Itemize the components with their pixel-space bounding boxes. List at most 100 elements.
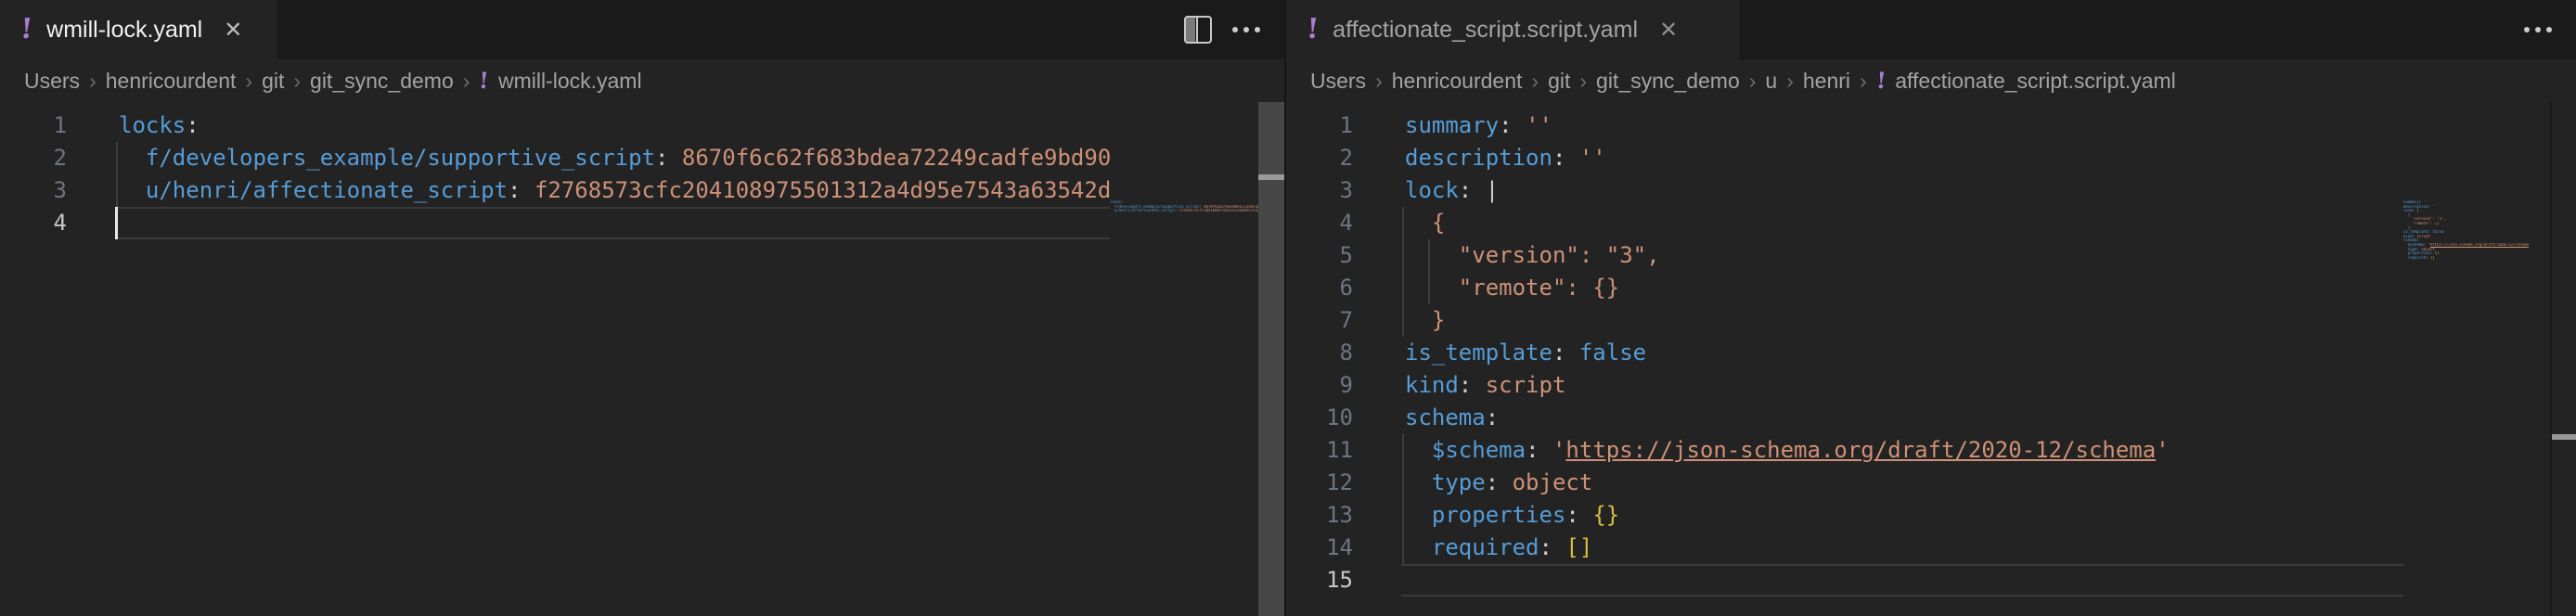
indent-guide xyxy=(116,142,118,174)
tab-bar: ! wmill-lock.yaml ✕ xyxy=(0,0,1284,59)
line-number[interactable]: 9 xyxy=(1286,369,1353,402)
code-line[interactable]: } xyxy=(1405,304,2403,337)
code-line[interactable]: schema: xyxy=(1405,402,2403,434)
code-line[interactable]: u/henri/affectionate_script: f2768573cfc… xyxy=(119,174,1110,207)
overview-ruler-cursor-marker xyxy=(1258,174,1284,180)
chevron-right-icon: › xyxy=(1579,69,1587,94)
breadcrumb-item[interactable]: henri xyxy=(1803,69,1850,94)
code-line[interactable]: f/developers_example/supportive_script: … xyxy=(119,142,1110,174)
indent-guide xyxy=(1428,239,1430,272)
line-numbers-gutter[interactable]: 123456789101112131415 xyxy=(1286,109,1353,597)
indent-guide xyxy=(1428,272,1430,304)
yaml-file-icon: ! xyxy=(1306,16,1320,44)
line-number[interactable]: 4 xyxy=(0,207,67,239)
code-area[interactable]: locks: f/developers_example/supportive_s… xyxy=(119,109,1110,239)
code-line[interactable] xyxy=(119,207,1110,239)
vertical-scrollbar[interactable] xyxy=(1258,102,1284,616)
chevron-right-icon: › xyxy=(1786,69,1794,94)
code-line[interactable]: required: [] xyxy=(1405,532,2403,564)
chevron-right-icon: › xyxy=(245,69,252,94)
line-number[interactable]: 7 xyxy=(1286,304,1353,337)
close-icon[interactable]: ✕ xyxy=(224,17,242,44)
line-number[interactable]: 13 xyxy=(1286,499,1353,532)
line-number[interactable]: 11 xyxy=(1286,434,1353,467)
breadcrumb-item[interactable]: Users xyxy=(1310,69,1366,94)
code-line[interactable]: $schema: 'https://json-schema.org/draft/… xyxy=(1405,434,2403,467)
breadcrumb-item[interactable]: Users xyxy=(24,69,80,94)
tab-bar: ! affectionate_script.script.yaml ✕ xyxy=(1286,0,2576,59)
line-number[interactable]: 3 xyxy=(0,174,67,207)
breadcrumb-item[interactable]: git xyxy=(262,69,284,94)
editor-actions xyxy=(1184,0,1260,59)
tab-label: affectionate_script.script.yaml xyxy=(1333,17,1638,44)
editor-pane[interactable]: 1234 locks: f/developers_example/support… xyxy=(0,102,1284,616)
chevron-right-icon: › xyxy=(1749,69,1757,94)
breadcrumb[interactable]: Users › henricourdent › git › git_sync_demo › u ›… xyxy=(1286,59,2576,102)
line-number[interactable]: 14 xyxy=(1286,532,1353,564)
code-line[interactable] xyxy=(1405,564,2403,597)
line-number[interactable]: 12 xyxy=(1286,467,1353,499)
split-editor-icon[interactable] xyxy=(1184,16,1212,44)
indent-guide xyxy=(1402,434,1404,467)
indent-guide xyxy=(1402,239,1404,272)
code-line[interactable]: type: object xyxy=(1405,467,2403,499)
vertical-scrollbar[interactable] xyxy=(2550,102,2576,616)
breadcrumb-item[interactable]: u xyxy=(1765,69,1777,94)
tab-wmill-lock-yaml[interactable]: ! wmill-lock.yaml ✕ xyxy=(0,0,278,59)
tab-label: wmill-lock.yaml xyxy=(46,17,202,44)
breadcrumb-item[interactable]: git_sync_demo xyxy=(1596,69,1740,94)
code-line[interactable]: lock: | xyxy=(1405,174,2403,207)
chevron-right-icon: › xyxy=(1860,69,1867,94)
yaml-file-icon: ! xyxy=(1875,70,1887,92)
code-area[interactable]: summary: ''description: ''lock: | { "ver… xyxy=(1405,109,2403,597)
chevron-right-icon: › xyxy=(463,69,470,94)
editor-actions xyxy=(2524,0,2552,59)
breadcrumb-item-file[interactable]: wmill-lock.yaml xyxy=(498,69,642,94)
line-numbers-gutter[interactable]: 1234 xyxy=(0,109,67,239)
editor-group-right: ! affectionate_script.script.yaml ✕ User… xyxy=(1284,0,2576,616)
line-number[interactable]: 6 xyxy=(1286,272,1353,304)
line-number[interactable]: 1 xyxy=(1286,109,1353,142)
breadcrumb[interactable]: Users›henricourdent›git›git_sync_demo›!w… xyxy=(0,59,1284,102)
line-number[interactable]: 10 xyxy=(1286,402,1353,434)
code-line[interactable]: "version": "3", xyxy=(1405,239,2403,272)
line-number[interactable]: 4 xyxy=(1286,207,1353,239)
tab-affectionate-script-yaml[interactable]: ! affectionate_script.script.yaml ✕ xyxy=(1286,0,1741,59)
editor-group-left: ! wmill-lock.yaml ✕ Users › henricourdent ›… xyxy=(0,0,1284,616)
line-number[interactable]: 5 xyxy=(1286,239,1353,272)
more-actions-icon[interactable] xyxy=(2524,27,2552,32)
breadcrumb-item[interactable]: git_sync_demo xyxy=(310,69,454,94)
breadcrumb-item-file[interactable]: affectionate_script.script.yaml xyxy=(1895,69,2176,94)
overview-ruler-cursor-marker xyxy=(2552,434,2576,440)
indent-guide xyxy=(116,174,118,207)
yaml-file-icon: ! xyxy=(19,16,33,44)
minimap[interactable]: locks: f/developers_example/supportive_s… xyxy=(1110,200,1258,312)
minimap[interactable]: summary: ''description: ''lock: | { "ver… xyxy=(2403,200,2552,312)
line-number[interactable]: 8 xyxy=(1286,337,1353,369)
more-actions-icon[interactable] xyxy=(1232,27,1260,32)
code-line[interactable]: summary: '' xyxy=(1405,109,2403,142)
line-number[interactable]: 15 xyxy=(1286,564,1353,597)
indent-guide xyxy=(1402,499,1404,532)
breadcrumb-item[interactable]: git xyxy=(1548,69,1570,94)
code-line[interactable]: locks: xyxy=(119,109,1110,142)
code-line[interactable]: kind: script xyxy=(1405,369,2403,402)
line-number[interactable]: 1 xyxy=(0,109,67,142)
close-icon[interactable]: ✕ xyxy=(1659,17,1678,44)
chevron-right-icon: › xyxy=(293,69,301,94)
breadcrumb-item[interactable]: henricourdent xyxy=(1392,69,1523,94)
line-number[interactable]: 2 xyxy=(0,142,67,174)
chevron-right-icon: › xyxy=(1375,69,1383,94)
line-number[interactable]: 2 xyxy=(1286,142,1353,174)
code-line[interactable]: is_template: false xyxy=(1405,337,2403,369)
editor-pane[interactable]: 123456789101112131415 summary: ''descrip… xyxy=(1286,102,2576,616)
breadcrumb-item[interactable]: henricourdent xyxy=(106,69,237,94)
code-line[interactable]: description: '' xyxy=(1405,142,2403,174)
indent-guide xyxy=(1402,467,1404,499)
chevron-right-icon: › xyxy=(89,69,97,94)
code-line[interactable]: { xyxy=(1405,207,2403,239)
indent-guide xyxy=(1402,272,1404,304)
line-number[interactable]: 3 xyxy=(1286,174,1353,207)
code-line[interactable]: "remote": {} xyxy=(1405,272,2403,304)
code-line[interactable]: properties: {} xyxy=(1405,499,2403,532)
